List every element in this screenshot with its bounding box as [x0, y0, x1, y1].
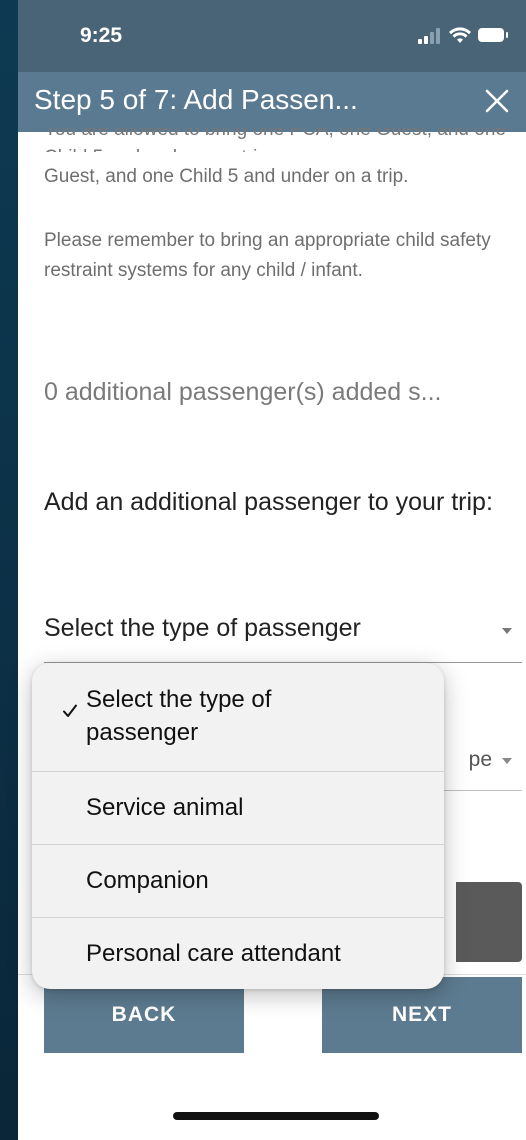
dropdown-option-select-type[interactable]: Select the type of passenger	[32, 663, 444, 772]
passenger-type-value: Select the type of passenger	[44, 614, 361, 642]
status-icons	[404, 26, 508, 46]
signal-icon	[418, 28, 442, 44]
passenger-type-select[interactable]: Select the type of passenger	[44, 606, 522, 663]
dropdown-option-label: Select the type of passenger	[86, 686, 272, 746]
status-bar: 9:25	[18, 0, 526, 72]
reminder-text: Please remember to bring an appropriate …	[44, 230, 491, 281]
passenger-summary: 0 additional passenger(s) added s...	[44, 378, 442, 406]
dropdown-option-label: Personal care attendant	[86, 940, 341, 967]
add-button-edge-right[interactable]	[456, 882, 522, 962]
chevron-down-icon	[502, 628, 512, 634]
add-passenger-heading: Add an additional passenger to your trip…	[44, 488, 493, 516]
second-select-right-fragment: pe	[468, 748, 492, 771]
battery-icon	[478, 28, 508, 42]
app-header: Step 5 of 7: Add Passen...	[18, 72, 526, 132]
dropdown-option-label: Service animal	[86, 794, 244, 821]
dropdown-option-personal-care-attendant[interactable]: Personal care attendant	[32, 918, 444, 989]
home-indicator	[173, 1112, 379, 1120]
page-title: Step 5 of 7: Add Passen...	[34, 84, 358, 115]
wifi-icon	[449, 27, 471, 43]
intro-text-line: You are allowed to bring one PCA, one Gu…	[44, 128, 506, 152]
chevron-down-icon	[502, 758, 512, 764]
check-icon	[63, 704, 77, 717]
dropdown-option-label: Companion	[86, 867, 209, 894]
intro-text-tail: Guest, and one Child 5 and under on a tr…	[44, 166, 409, 187]
status-time: 9:25	[80, 24, 123, 47]
close-icon[interactable]	[478, 82, 516, 120]
intro-text-clipped: You are allowed to bring one PCA, one Gu…	[44, 128, 514, 152]
dropdown-option-companion[interactable]: Companion	[32, 845, 444, 918]
passenger-type-dropdown: Select the type of passenger Service ani…	[32, 663, 444, 989]
dropdown-option-service-animal[interactable]: Service animal	[32, 772, 444, 845]
